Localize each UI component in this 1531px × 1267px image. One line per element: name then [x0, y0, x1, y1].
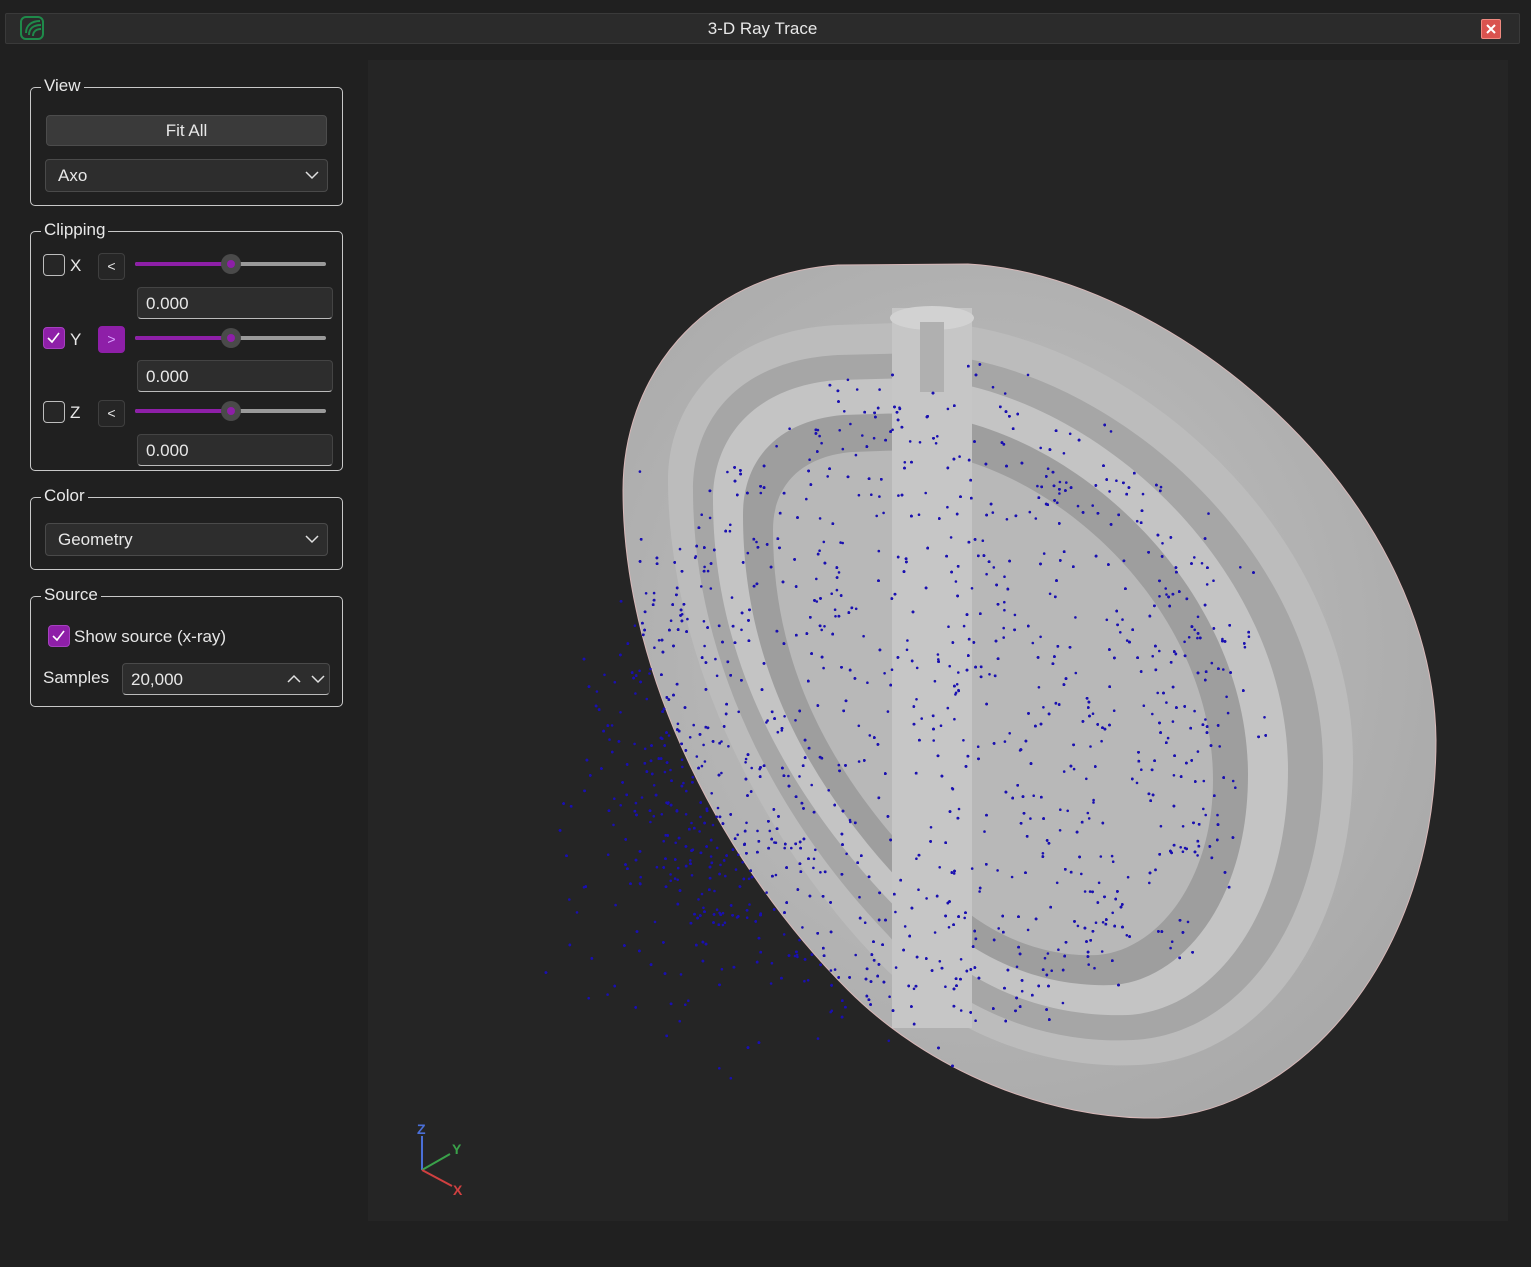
title-bar: 3-D Ray Trace: [5, 13, 1520, 44]
fit-all-button[interactable]: Fit All: [46, 115, 327, 146]
clip-z-value: 0.000: [146, 441, 189, 460]
clip-z-label: Z: [70, 403, 81, 422]
checkmark-icon: [47, 332, 60, 344]
clip-y-slider-thumb[interactable]: [220, 328, 241, 348]
color-mode-value: Geometry: [58, 530, 133, 549]
clipping-group-label: Clipping: [41, 219, 109, 241]
close-icon: [1486, 24, 1496, 34]
checkmark-icon: [52, 630, 65, 642]
show-source-label: Show source (x-ray): [74, 627, 227, 646]
clip-x-slider-thumb[interactable]: [220, 254, 241, 274]
window-title: 3-D Ray Trace: [707, 19, 818, 38]
source-group: Source Show source (x-ray) Samples 20,00…: [30, 584, 343, 707]
column-slot: [920, 322, 944, 392]
axis-triad: Z Y X: [417, 1121, 463, 1198]
clip-y-value-field[interactable]: 0.000: [137, 360, 333, 392]
clip-x-direction-button[interactable]: <: [98, 253, 125, 280]
clip-z-slider-thumb[interactable]: [220, 401, 241, 421]
x-axis-line: [421, 1169, 453, 1187]
3d-viewport[interactable]: [368, 60, 1508, 1221]
clip-x-value: 0.000: [146, 294, 189, 313]
view-projection-value: Axo: [58, 166, 88, 185]
samples-spinbox[interactable]: 20,000: [122, 663, 330, 695]
geometry-render: [544, 263, 1437, 1119]
clip-x-label: X: [70, 256, 82, 275]
view-group: View Fit All Axo: [30, 75, 343, 206]
clip-z-checkbox[interactable]: [43, 401, 65, 423]
color-group-label: Color: [41, 485, 88, 507]
view-projection-select[interactable]: Axo: [45, 159, 328, 192]
y-axis-line: [421, 1153, 451, 1171]
clip-y-value: 0.000: [146, 367, 189, 386]
clip-x-value-field[interactable]: 0.000: [137, 287, 333, 319]
clipping-group: Clipping X < 0.000 Y > 0.000 Z < 0.000: [30, 219, 343, 471]
clip-x-slider[interactable]: [135, 254, 326, 274]
samples-label: Samples: [43, 668, 110, 687]
clip-z-slider[interactable]: [135, 401, 326, 421]
view-group-label: View: [41, 75, 84, 97]
source-group-label: Source: [41, 584, 101, 606]
clip-y-slider[interactable]: [135, 328, 326, 348]
y-axis-label: Y: [452, 1141, 462, 1157]
color-mode-select[interactable]: Geometry: [45, 523, 328, 556]
clip-y-direction-button[interactable]: >: [98, 326, 125, 353]
x-axis-label: X: [453, 1182, 463, 1198]
clip-z-direction-button[interactable]: <: [98, 400, 125, 427]
close-button[interactable]: [1481, 19, 1501, 39]
z-axis-label: Z: [417, 1121, 426, 1137]
center-column: [892, 308, 972, 1028]
chevron-up-icon[interactable]: [287, 674, 301, 684]
clip-x-checkbox[interactable]: [43, 254, 65, 276]
clip-y-label: Y: [70, 330, 82, 349]
color-group: Color Geometry: [30, 485, 343, 570]
clip-z-value-field[interactable]: 0.000: [137, 434, 333, 466]
show-source-checkbox[interactable]: [48, 625, 70, 647]
chevron-down-icon: [305, 535, 319, 544]
samples-value: 20,000: [131, 670, 183, 689]
chevron-down-icon: [305, 171, 319, 180]
clip-y-checkbox[interactable]: [43, 327, 65, 349]
chevron-down-icon[interactable]: [311, 674, 325, 684]
